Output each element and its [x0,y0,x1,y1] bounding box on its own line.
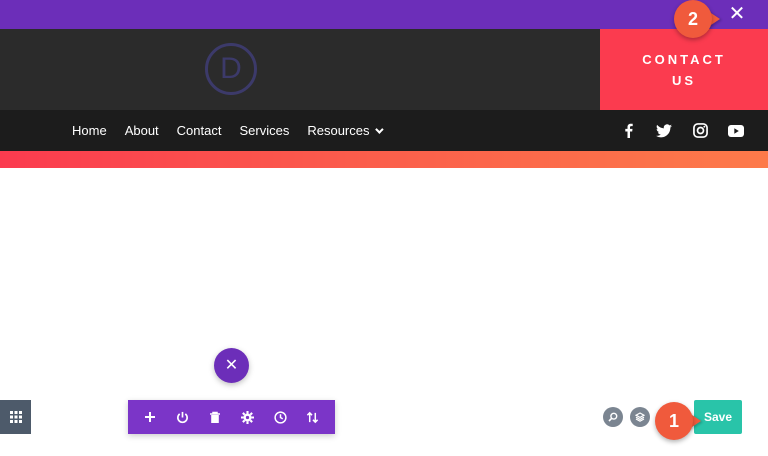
gear-icon[interactable] [238,407,258,427]
contact-button-line1: CONTACT [642,51,726,67]
nav-item-home[interactable]: Home [72,123,107,138]
chevron-down-icon [375,124,385,134]
social-links [620,110,744,151]
nav-menu: Home About Contact Services Resources [72,110,385,151]
power-icon[interactable] [173,407,193,427]
callout-1: 1 [655,402,705,440]
layers-icon [635,412,645,422]
trash-icon[interactable] [205,407,225,427]
facebook-icon[interactable] [620,123,636,139]
grid-icon [9,411,22,423]
wireframe-view-button[interactable] [0,400,31,434]
nav-item-resources[interactable]: Resources [307,123,385,138]
youtube-icon[interactable] [728,123,744,139]
main-nav: Home About Contact Services Resources [0,110,768,151]
layers-button[interactable] [630,407,650,427]
history-icon[interactable] [270,407,290,427]
callout-2-number: 2 [674,0,712,38]
builder-toolbar [128,400,335,434]
add-icon[interactable] [140,407,160,427]
search-icon [608,412,618,422]
twitter-icon[interactable] [656,123,672,139]
callout-2: 2 [674,0,724,38]
callout-1-number: 1 [655,402,693,440]
close-icon[interactable]: ✕ [726,3,748,25]
gradient-divider [0,151,768,168]
nav-item-resources-label: Resources [307,123,370,138]
site-header: D CONTACT US [0,29,768,110]
search-button[interactable] [603,407,623,427]
nav-item-services[interactable]: Services [239,123,289,138]
nav-item-about[interactable]: About [125,123,159,138]
site-logo[interactable]: D [205,43,257,95]
builder-top-bar: ✕ [0,0,768,29]
nav-item-contact[interactable]: Contact [177,123,222,138]
contact-button-line2: US [671,72,697,88]
section-close-button[interactable]: ✕ [214,348,249,383]
instagram-icon[interactable] [692,123,708,139]
sort-icon[interactable] [303,407,323,427]
contact-us-button[interactable]: CONTACT US [600,29,768,110]
